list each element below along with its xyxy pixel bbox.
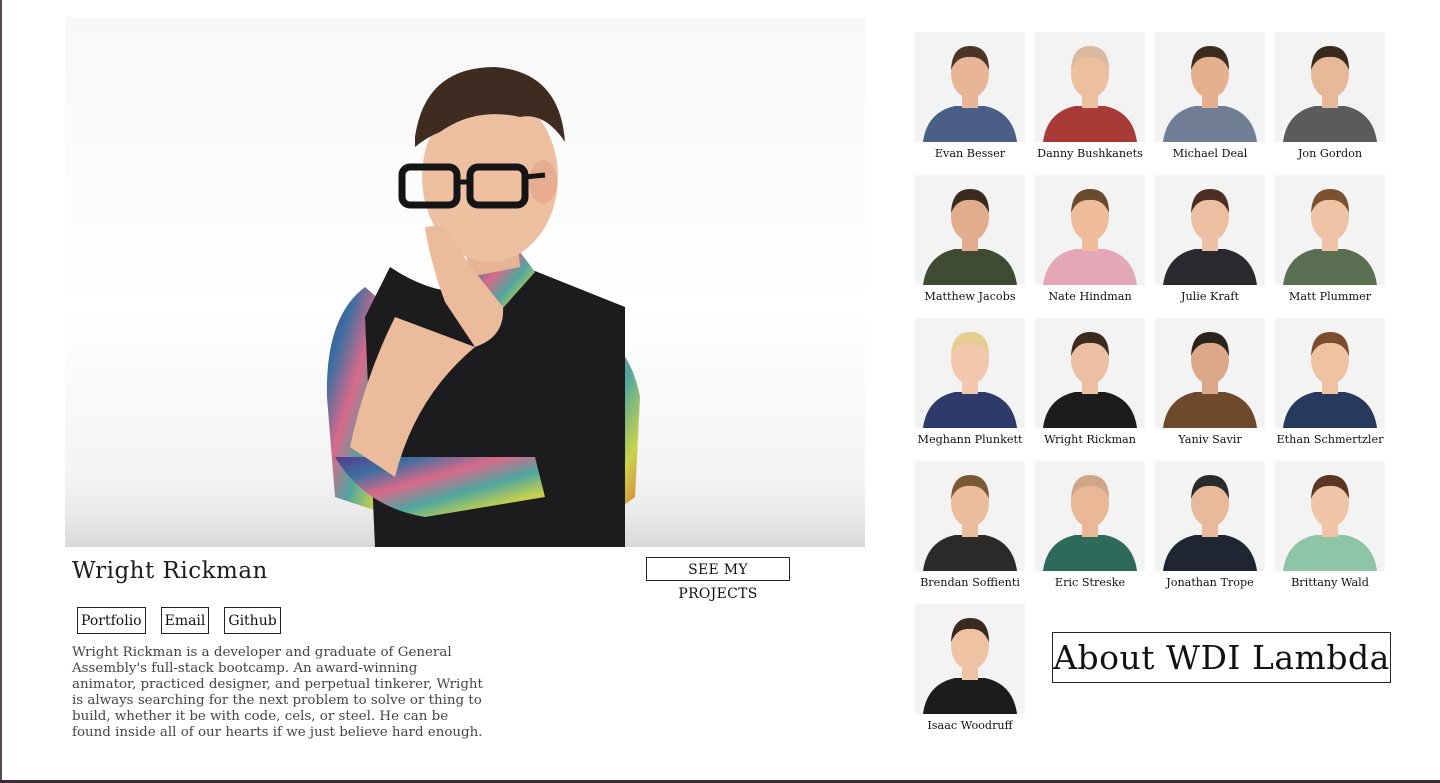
person-card[interactable]: Brittany Wald (1275, 461, 1385, 589)
person-photo (1035, 318, 1145, 428)
person-card[interactable]: Ethan Schmertzler (1275, 318, 1385, 446)
person-card[interactable]: Matthew Jacobs (915, 175, 1025, 303)
person-photo (1155, 175, 1265, 285)
person-photo (915, 32, 1025, 142)
person-name: Matthew Jacobs (924, 290, 1016, 303)
featured-name: Wright Rickman (72, 558, 268, 584)
person-photo (1035, 461, 1145, 571)
person-name: Ethan Schmertzler (1276, 433, 1384, 446)
person-card[interactable]: Matt Plummer (1275, 175, 1385, 303)
person-name: Julie Kraft (1180, 290, 1240, 303)
page: Wright Rickman SEE MY PROJECTS Portfolio… (0, 0, 1440, 780)
person-card[interactable]: Eric Streske (1035, 461, 1145, 589)
person-card[interactable]: Evan Besser (915, 32, 1025, 160)
person-photo (1155, 461, 1265, 571)
featured-photo (65, 17, 865, 547)
person-card[interactable]: Meghann Plunkett (915, 318, 1025, 446)
person-name: Eric Streske (1054, 576, 1126, 589)
person-photo (1275, 175, 1385, 285)
person-card[interactable]: Danny Bushkanets (1035, 32, 1145, 160)
person-name: Jon Gordon (1297, 147, 1363, 160)
person-card[interactable]: Michael Deal (1155, 32, 1265, 160)
person-photo (915, 175, 1025, 285)
person-card[interactable]: Jon Gordon (1275, 32, 1385, 160)
about-wdi-lambda-button[interactable]: About WDI Lambda (1052, 632, 1391, 683)
featured-portrait-image (65, 67, 865, 547)
person-name: Wright Rickman (1044, 433, 1136, 446)
person-card[interactable]: Wright Rickman (1035, 318, 1145, 446)
person-name: Brendan Soffienti (920, 576, 1020, 589)
person-photo (915, 461, 1025, 571)
email-link[interactable]: Email (160, 607, 210, 634)
person-photo (915, 604, 1025, 714)
person-card[interactable]: Nate Hindman (1035, 175, 1145, 303)
person-name: Brittany Wald (1291, 576, 1369, 589)
person-photo (1275, 318, 1385, 428)
person-card[interactable]: Isaac Woodruff (915, 604, 1025, 732)
person-name: Matt Plummer (1288, 290, 1372, 303)
person-name: Isaac Woodruff (927, 719, 1013, 732)
person-card[interactable]: Yaniv Savir (1155, 318, 1265, 446)
portfolio-link[interactable]: Portfolio (77, 607, 146, 634)
person-name: Nate Hindman (1048, 290, 1132, 303)
person-photo (1035, 32, 1145, 142)
featured-links: Portfolio Email Github (77, 607, 281, 634)
person-name: Danny Bushkanets (1037, 147, 1143, 160)
github-link[interactable]: Github (224, 607, 281, 634)
person-name: Evan Besser (934, 147, 1006, 160)
person-photo (1275, 32, 1385, 142)
person-name: Yaniv Savir (1178, 433, 1242, 446)
person-name: Meghann Plunkett (917, 433, 1023, 446)
person-name: Michael Deal (1172, 147, 1248, 160)
person-photo (1155, 318, 1265, 428)
person-card[interactable]: Jonathan Trope (1155, 461, 1265, 589)
person-photo (1275, 461, 1385, 571)
person-name: Jonathan Trope (1166, 576, 1254, 589)
person-photo (1035, 175, 1145, 285)
person-photo (1155, 32, 1265, 142)
see-my-projects-button[interactable]: SEE MY PROJECTS (646, 557, 790, 602)
person-card[interactable]: Julie Kraft (1155, 175, 1265, 303)
person-card[interactable]: Brendan Soffienti (915, 461, 1025, 589)
person-photo (915, 318, 1025, 428)
featured-bio: Wright Rickman is a developer and gradua… (72, 645, 483, 740)
